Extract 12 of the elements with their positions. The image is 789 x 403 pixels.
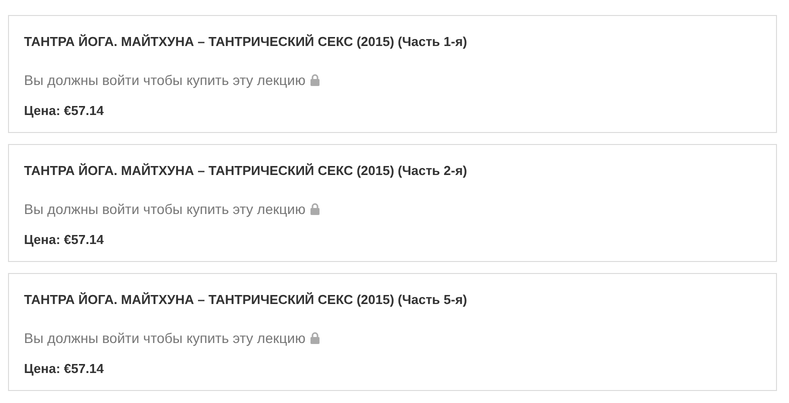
- lecture-title: ТАНТРА ЙОГА. МАЙТХУНА – ТАНТРИЧЕСКИЙ СЕКС (2015) (Часть 2-я): [24, 163, 468, 179]
- lecture-price: Цена: €57.14: [24, 103, 104, 119]
- lock-icon: [310, 332, 320, 344]
- login-notice: Вы должны войти чтобы купить эту лекцию: [24, 71, 306, 89]
- login-notice: Вы должны войти чтобы купить эту лекцию: [24, 200, 306, 218]
- lecture-price: Цена: €57.14: [24, 232, 104, 248]
- lock-icon: [310, 203, 320, 215]
- lecture-title: ТАНТРА ЙОГА. МАЙТХУНА – ТАНТРИЧЕСКИЙ СЕКС (2015) (Часть 5-я): [24, 292, 468, 308]
- lecture-title: ТАНТРА ЙОГА. МАЙТХУНА – ТАНТРИЧЕСКИЙ СЕКС (2015) (Часть 1-я): [24, 34, 468, 50]
- lecture-price: Цена: €57.14: [24, 361, 104, 377]
- lock-icon: [310, 74, 320, 86]
- login-notice: Вы должны войти чтобы купить эту лекцию: [24, 329, 306, 347]
